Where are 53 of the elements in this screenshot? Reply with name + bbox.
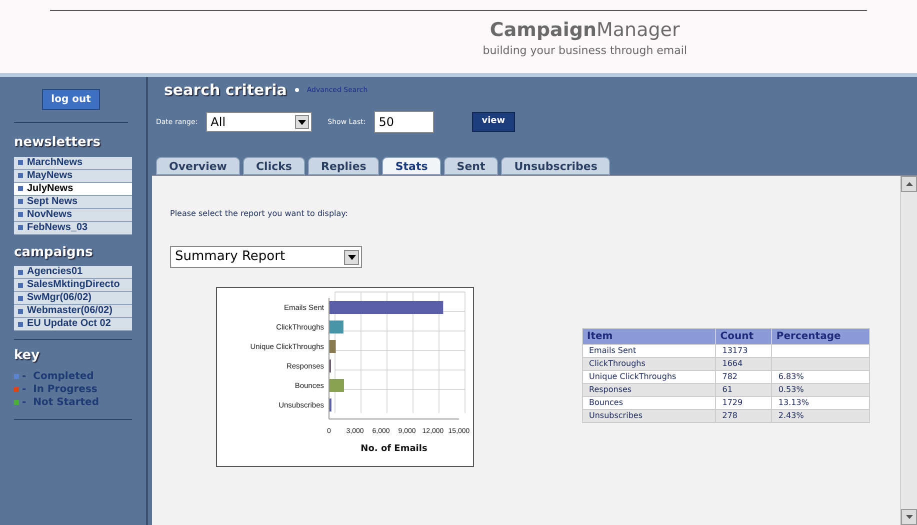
tagline: building your business through email [482, 42, 687, 59]
section-heading: campaigns [14, 244, 94, 262]
legend-label: - Completed [22, 370, 94, 384]
bullet-icon [18, 282, 23, 288]
tab[interactable]: Sent [444, 157, 498, 175]
prompt-text: Please select the report you want to display: [170, 208, 349, 220]
tab[interactable]: Unsubscribes [501, 157, 610, 175]
bullet-icon [18, 296, 23, 300]
bullet-icon [18, 186, 23, 191]
report-select[interactable]: Summary Report [170, 246, 362, 268]
sidebar-item[interactable]: SwMgr(06/02) [14, 292, 132, 305]
bullet-icon [18, 160, 23, 165]
scroll-down-icon[interactable] [901, 509, 917, 525]
legend-label: - Not Started [22, 396, 99, 410]
bullet-icon [294, 88, 299, 92]
bullet-icon [18, 270, 23, 274]
bullet-icon [18, 212, 23, 217]
tab[interactable]: Overview [156, 157, 240, 175]
column-header: Item [582, 328, 716, 344]
bullet-icon [18, 225, 23, 230]
bullet-icon [18, 308, 23, 314]
bullet-icon [18, 173, 23, 178]
sidebar-item[interactable]: Agencies01 [14, 266, 132, 279]
sidebar-item[interactable]: MarchNews [14, 156, 132, 170]
view-button[interactable]: view [472, 112, 516, 132]
table-cell: 278 [716, 410, 772, 422]
section-heading: newsletters [14, 134, 102, 152]
sidebar-item[interactable]: MayNews [14, 170, 132, 182]
tab[interactable]: Stats [382, 157, 441, 175]
sidebar-item[interactable]: FebNews_03 [14, 222, 132, 234]
sidebar-item[interactable]: Sept News [14, 196, 132, 208]
sidebar-item[interactable]: NovNews [14, 208, 132, 222]
table-cell: Unsubscribes [582, 410, 716, 422]
sidebar-item[interactable]: SalesMktingDirecto [14, 279, 132, 292]
scroll-up-icon[interactable] [901, 176, 917, 192]
column-header: Percentage [772, 328, 870, 344]
legend-label: - In Progress [22, 382, 98, 396]
logout-button[interactable]: log out [42, 89, 100, 110]
sidebar-item[interactable]: Webmaster(06/02) [14, 305, 132, 318]
scrollbar[interactable] [900, 176, 917, 525]
tab[interactable]: Replies [308, 157, 380, 175]
section-title: search criteria [164, 80, 287, 101]
tab[interactable]: Clicks [242, 157, 305, 175]
sidebar-item[interactable]: EU Update Oct 02 [14, 318, 132, 331]
date-range-select[interactable]: All [206, 112, 312, 132]
show-last-field[interactable]: 50 [374, 111, 434, 133]
table-cell: 2.43% [772, 410, 870, 422]
axis-title: No. of Emails [360, 444, 428, 454]
bullet-icon [18, 199, 23, 204]
section-heading: key [14, 347, 41, 365]
sidebar-item[interactable]: JulyNews [14, 182, 132, 196]
bullet-icon [18, 322, 23, 326]
app-title: CampaignManager [490, 19, 680, 43]
